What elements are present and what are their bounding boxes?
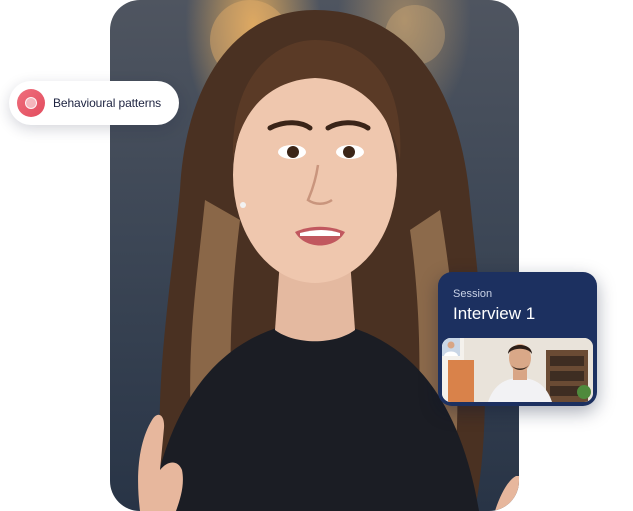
interviewer-image <box>442 338 593 402</box>
speaker-video <box>110 0 519 511</box>
session-card[interactable]: Session Interview 1 <box>438 272 597 406</box>
pattern-icon <box>17 89 45 117</box>
session-title: Interview 1 <box>453 304 536 323</box>
interviewer-video-thumbnail[interactable] <box>442 338 593 402</box>
speaker-portrait-image <box>138 0 519 511</box>
session-kicker: Session <box>453 288 493 300</box>
badge-label: Behavioural patterns <box>53 96 162 110</box>
behavioural-patterns-badge[interactable]: Behavioural patterns <box>9 81 179 125</box>
